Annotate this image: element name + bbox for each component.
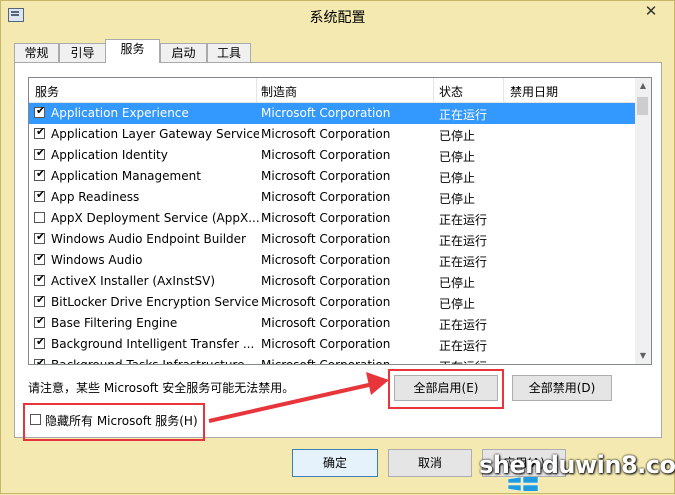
windows-logo-icon xyxy=(507,477,539,491)
annotation-arrow-icon xyxy=(208,372,389,423)
cancel-button[interactable]: 取消 xyxy=(388,449,472,477)
watermark-text: shenduwin8.com xyxy=(479,451,675,479)
tab-services[interactable]: 服务 xyxy=(105,39,160,63)
system-config-window: 系统配置 ✕ 常规 引导 服务 启动 工具 服务 制造商 状态 禁用日期 ✔ Ap… xyxy=(0,0,675,494)
ok-button[interactable]: 确定 xyxy=(292,449,378,477)
